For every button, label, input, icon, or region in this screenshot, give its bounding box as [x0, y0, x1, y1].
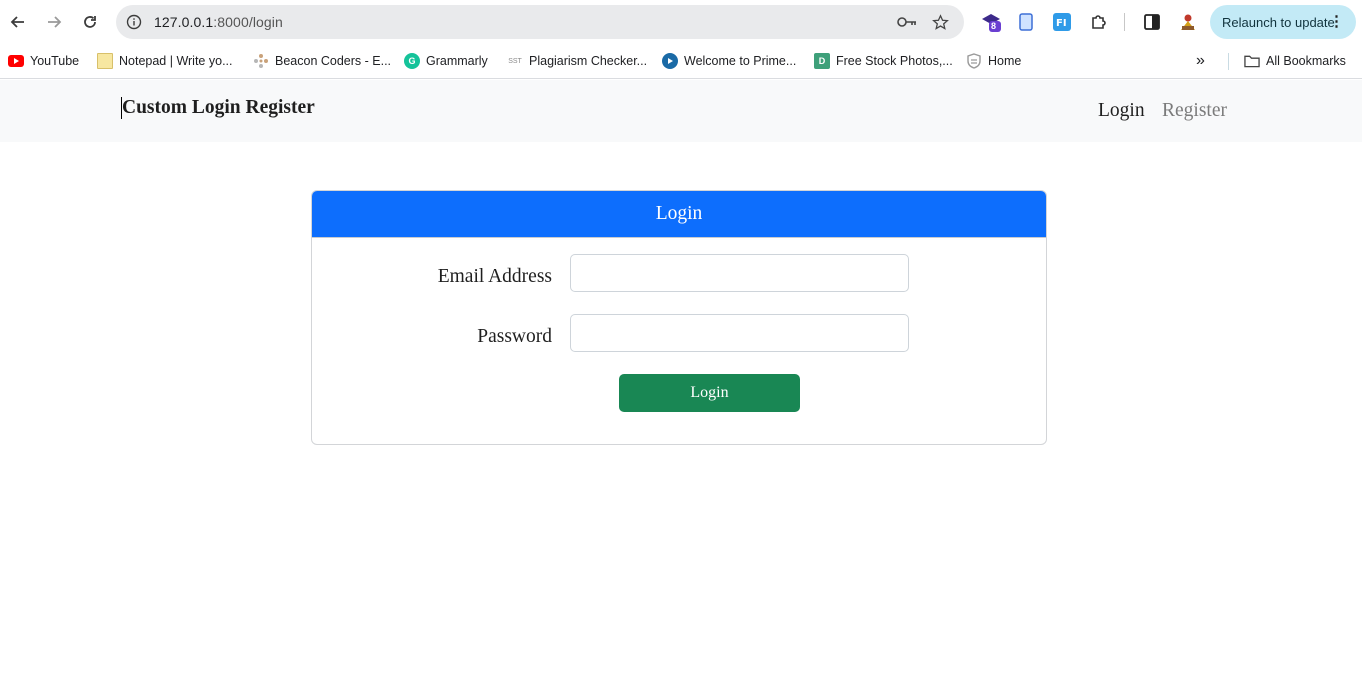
url-host: 127.0.0.1 [154, 14, 214, 30]
extension-badge: 8 [991, 21, 997, 31]
bookmark-prime[interactable]: Welcome to Prime... [662, 52, 796, 70]
site-brand[interactable]: Custom Login Register [121, 97, 315, 119]
kebab-menu-icon[interactable]: ⋮ [1329, 13, 1344, 31]
profile-avatar-icon[interactable] [1177, 11, 1199, 33]
svg-text:FI: FI [1056, 18, 1067, 29]
bookmark-label: Free Stock Photos,... [836, 54, 953, 68]
bookmark-label: Notepad | Write yo... [119, 54, 233, 68]
login-card-title: Login [312, 191, 1046, 238]
sst-icon: SST [508, 57, 522, 65]
back-button[interactable] [6, 9, 30, 35]
login-card: Login Email Address Password Login [311, 190, 1047, 445]
nav-register-link[interactable]: Register [1162, 100, 1227, 122]
email-label: Email Address [437, 266, 552, 287]
browser-toolbar: 127.0.0.1:8000/login 8 FI Relaunch to up… [0, 0, 1362, 44]
forward-button[interactable] [42, 9, 66, 35]
reload-button[interactable] [78, 9, 102, 35]
bookmark-notepad[interactable]: Notepad | Write yo... [97, 52, 232, 70]
bookmark-label: Beacon Coders - E... [275, 54, 392, 68]
side-panel-icon[interactable] [1141, 11, 1163, 33]
extension-fi-icon[interactable]: FI [1051, 11, 1073, 33]
beacon-icon [253, 53, 269, 69]
more-bookmarks-chevron-icon[interactable]: » [1196, 52, 1205, 70]
url-path: :8000/login [213, 14, 283, 30]
bookmark-home[interactable]: Home [966, 52, 1021, 70]
all-bookmarks-label: All Bookmarks [1266, 54, 1346, 68]
bookmarks-separator [1228, 53, 1229, 70]
bookmark-label: YouTube [30, 54, 80, 68]
relaunch-label: Relaunch to update [1222, 14, 1335, 30]
key-icon[interactable] [897, 13, 917, 31]
bookmark-plagiarism-checker[interactable]: SST Plagiarism Checker... [507, 52, 647, 70]
bookmark-label: Home [988, 54, 1022, 68]
prime-icon [662, 53, 678, 69]
notepad-icon [97, 53, 113, 69]
page-content: Custom Login Register Login Register Log… [0, 80, 1362, 687]
extension-phone-icon[interactable] [1015, 11, 1037, 33]
arrow-right-icon [48, 16, 62, 28]
relaunch-to-update-button[interactable]: Relaunch to update ⋮ [1210, 5, 1356, 39]
bookmark-youtube[interactable]: YouTube [8, 52, 79, 70]
shield-icon [966, 53, 982, 69]
bookmark-beacon-coders[interactable]: Beacon Coders - E... [253, 52, 391, 70]
grammarly-icon: G [404, 53, 420, 69]
bookmark-label: Grammarly [426, 54, 488, 68]
toolbar-separator [1124, 13, 1125, 31]
bookmark-grammarly[interactable]: G Grammarly [404, 52, 488, 70]
arrow-left-icon [10, 16, 24, 28]
reload-icon [84, 16, 96, 28]
bookmark-free-stock-photos[interactable]: D Free Stock Photos,... [814, 52, 953, 70]
password-field[interactable] [570, 314, 909, 352]
nav-login-link[interactable]: Login [1098, 100, 1145, 122]
url-text: 127.0.0.1:8000/login [154, 14, 283, 30]
extension-graduation-icon[interactable]: 8 [980, 11, 1002, 33]
stock-photos-icon: D [814, 53, 830, 69]
extensions-puzzle-icon[interactable] [1088, 11, 1110, 33]
youtube-icon [8, 55, 24, 67]
login-submit-button[interactable]: Login [619, 374, 800, 412]
password-label: Password [477, 326, 552, 347]
site-navbar: Custom Login Register Login Register [0, 80, 1362, 142]
bookmark-label: Welcome to Prime... [684, 54, 797, 68]
all-bookmarks-button[interactable]: All Bookmarks [1244, 52, 1346, 70]
email-field[interactable] [570, 254, 909, 292]
address-bar[interactable]: 127.0.0.1:8000/login [116, 5, 964, 39]
star-icon[interactable] [930, 13, 950, 31]
folder-icon [1244, 53, 1260, 69]
site-info-icon[interactable] [124, 12, 144, 32]
bookmarks-bar: YouTube Notepad | Write yo... Beacon Cod… [0, 44, 1362, 79]
bookmark-label: Plagiarism Checker... [529, 54, 648, 68]
